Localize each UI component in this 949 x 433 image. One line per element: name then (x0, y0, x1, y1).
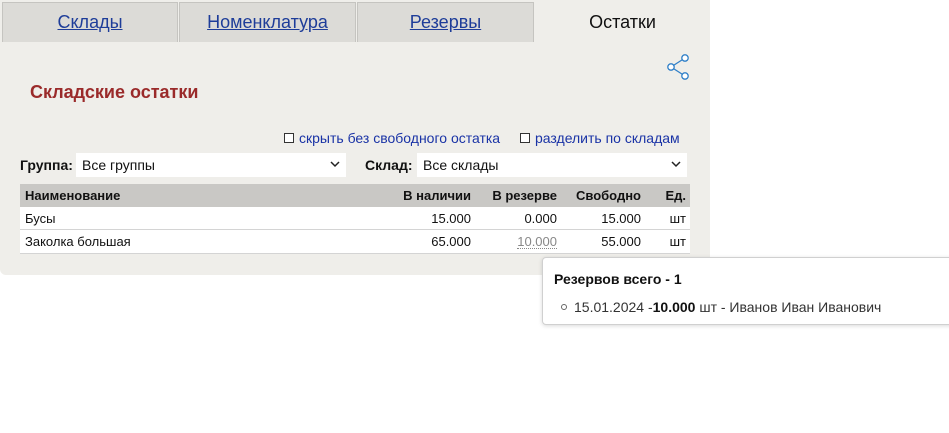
tooltip-item-date: 15.01.2024 - (574, 299, 653, 315)
cell-stock: 15.000 (431, 210, 471, 226)
tooltip-item-qty: 10.000 (652, 299, 696, 315)
table-header: Наименование В наличии В резерве Свободн… (20, 184, 690, 207)
split-by-warehouse-option[interactable]: разделить по складам (520, 130, 680, 146)
cell-free: 55.000 (601, 234, 641, 249)
cell-stock: 65.000 (431, 234, 471, 249)
warehouse-select-value: Все склады (423, 157, 499, 173)
hide-without-free-option[interactable]: скрыть без свободного остатка (284, 130, 500, 146)
chevron-down-icon (330, 161, 340, 168)
tab-stock[interactable]: Остатки (535, 2, 710, 42)
stock-table: Наименование В наличии В резерве Свободн… (20, 184, 690, 254)
stock-panel: Склады Номенклатура Резервы Остатки Скла… (0, 0, 710, 275)
table-row: Бусы 15.000 0.000 15.000 шт (20, 207, 690, 230)
warehouse-label: Склад: (365, 157, 413, 173)
tooltip-title: Резервов всего - 1 (554, 271, 682, 287)
cell-unit: шт (669, 234, 686, 249)
page-title: Складские остатки (30, 82, 199, 102)
tooltip-item-rest: шт - Иванов Иван Иванович (695, 299, 882, 315)
header-stock[interactable]: В наличии (403, 184, 471, 207)
header-name[interactable]: Наименование (25, 184, 120, 207)
cell-name: Бусы (25, 210, 56, 226)
header-unit[interactable]: Ед. (665, 184, 686, 207)
hide-without-free-checkbox[interactable] (284, 133, 294, 143)
cell-reserve: 0.000 (524, 210, 557, 226)
split-by-warehouse-checkbox[interactable] (520, 133, 530, 143)
chevron-down-icon (671, 161, 681, 168)
tab-nomenclature[interactable]: Номенклатура (179, 2, 356, 42)
bullet-icon (561, 304, 567, 310)
tooltip-item: 15.01.2024 - 10.000 шт - Иванов Иван Ива… (561, 299, 881, 315)
tab-reserves[interactable]: Резервы (357, 2, 534, 42)
header-reserve[interactable]: В резерве (492, 184, 557, 207)
split-by-warehouse-label[interactable]: разделить по складам (535, 130, 680, 146)
hide-without-free-label[interactable]: скрыть без свободного остатка (299, 130, 500, 146)
reserves-tooltip: Резервов всего - 1 15.01.2024 - 10.000 ш… (542, 257, 949, 325)
group-select[interactable]: Все группы (76, 153, 346, 177)
cell-name: Заколка большая (25, 234, 131, 249)
cell-free: 15.000 (601, 210, 641, 226)
table-row: Заколка большая 65.000 10.000 55.000 шт (20, 230, 690, 254)
header-free[interactable]: Свободно (576, 184, 641, 207)
cell-unit: шт (669, 210, 686, 226)
group-label: Группа: (20, 157, 73, 173)
share-icon[interactable] (665, 53, 691, 81)
warehouse-select[interactable]: Все склады (417, 153, 687, 177)
cell-reserve-link[interactable]: 10.000 (517, 234, 557, 249)
tab-warehouses[interactable]: Склады (2, 2, 178, 42)
tab-bar: Склады Номенклатура Резервы Остатки (0, 0, 710, 43)
group-select-value: Все группы (82, 157, 155, 173)
